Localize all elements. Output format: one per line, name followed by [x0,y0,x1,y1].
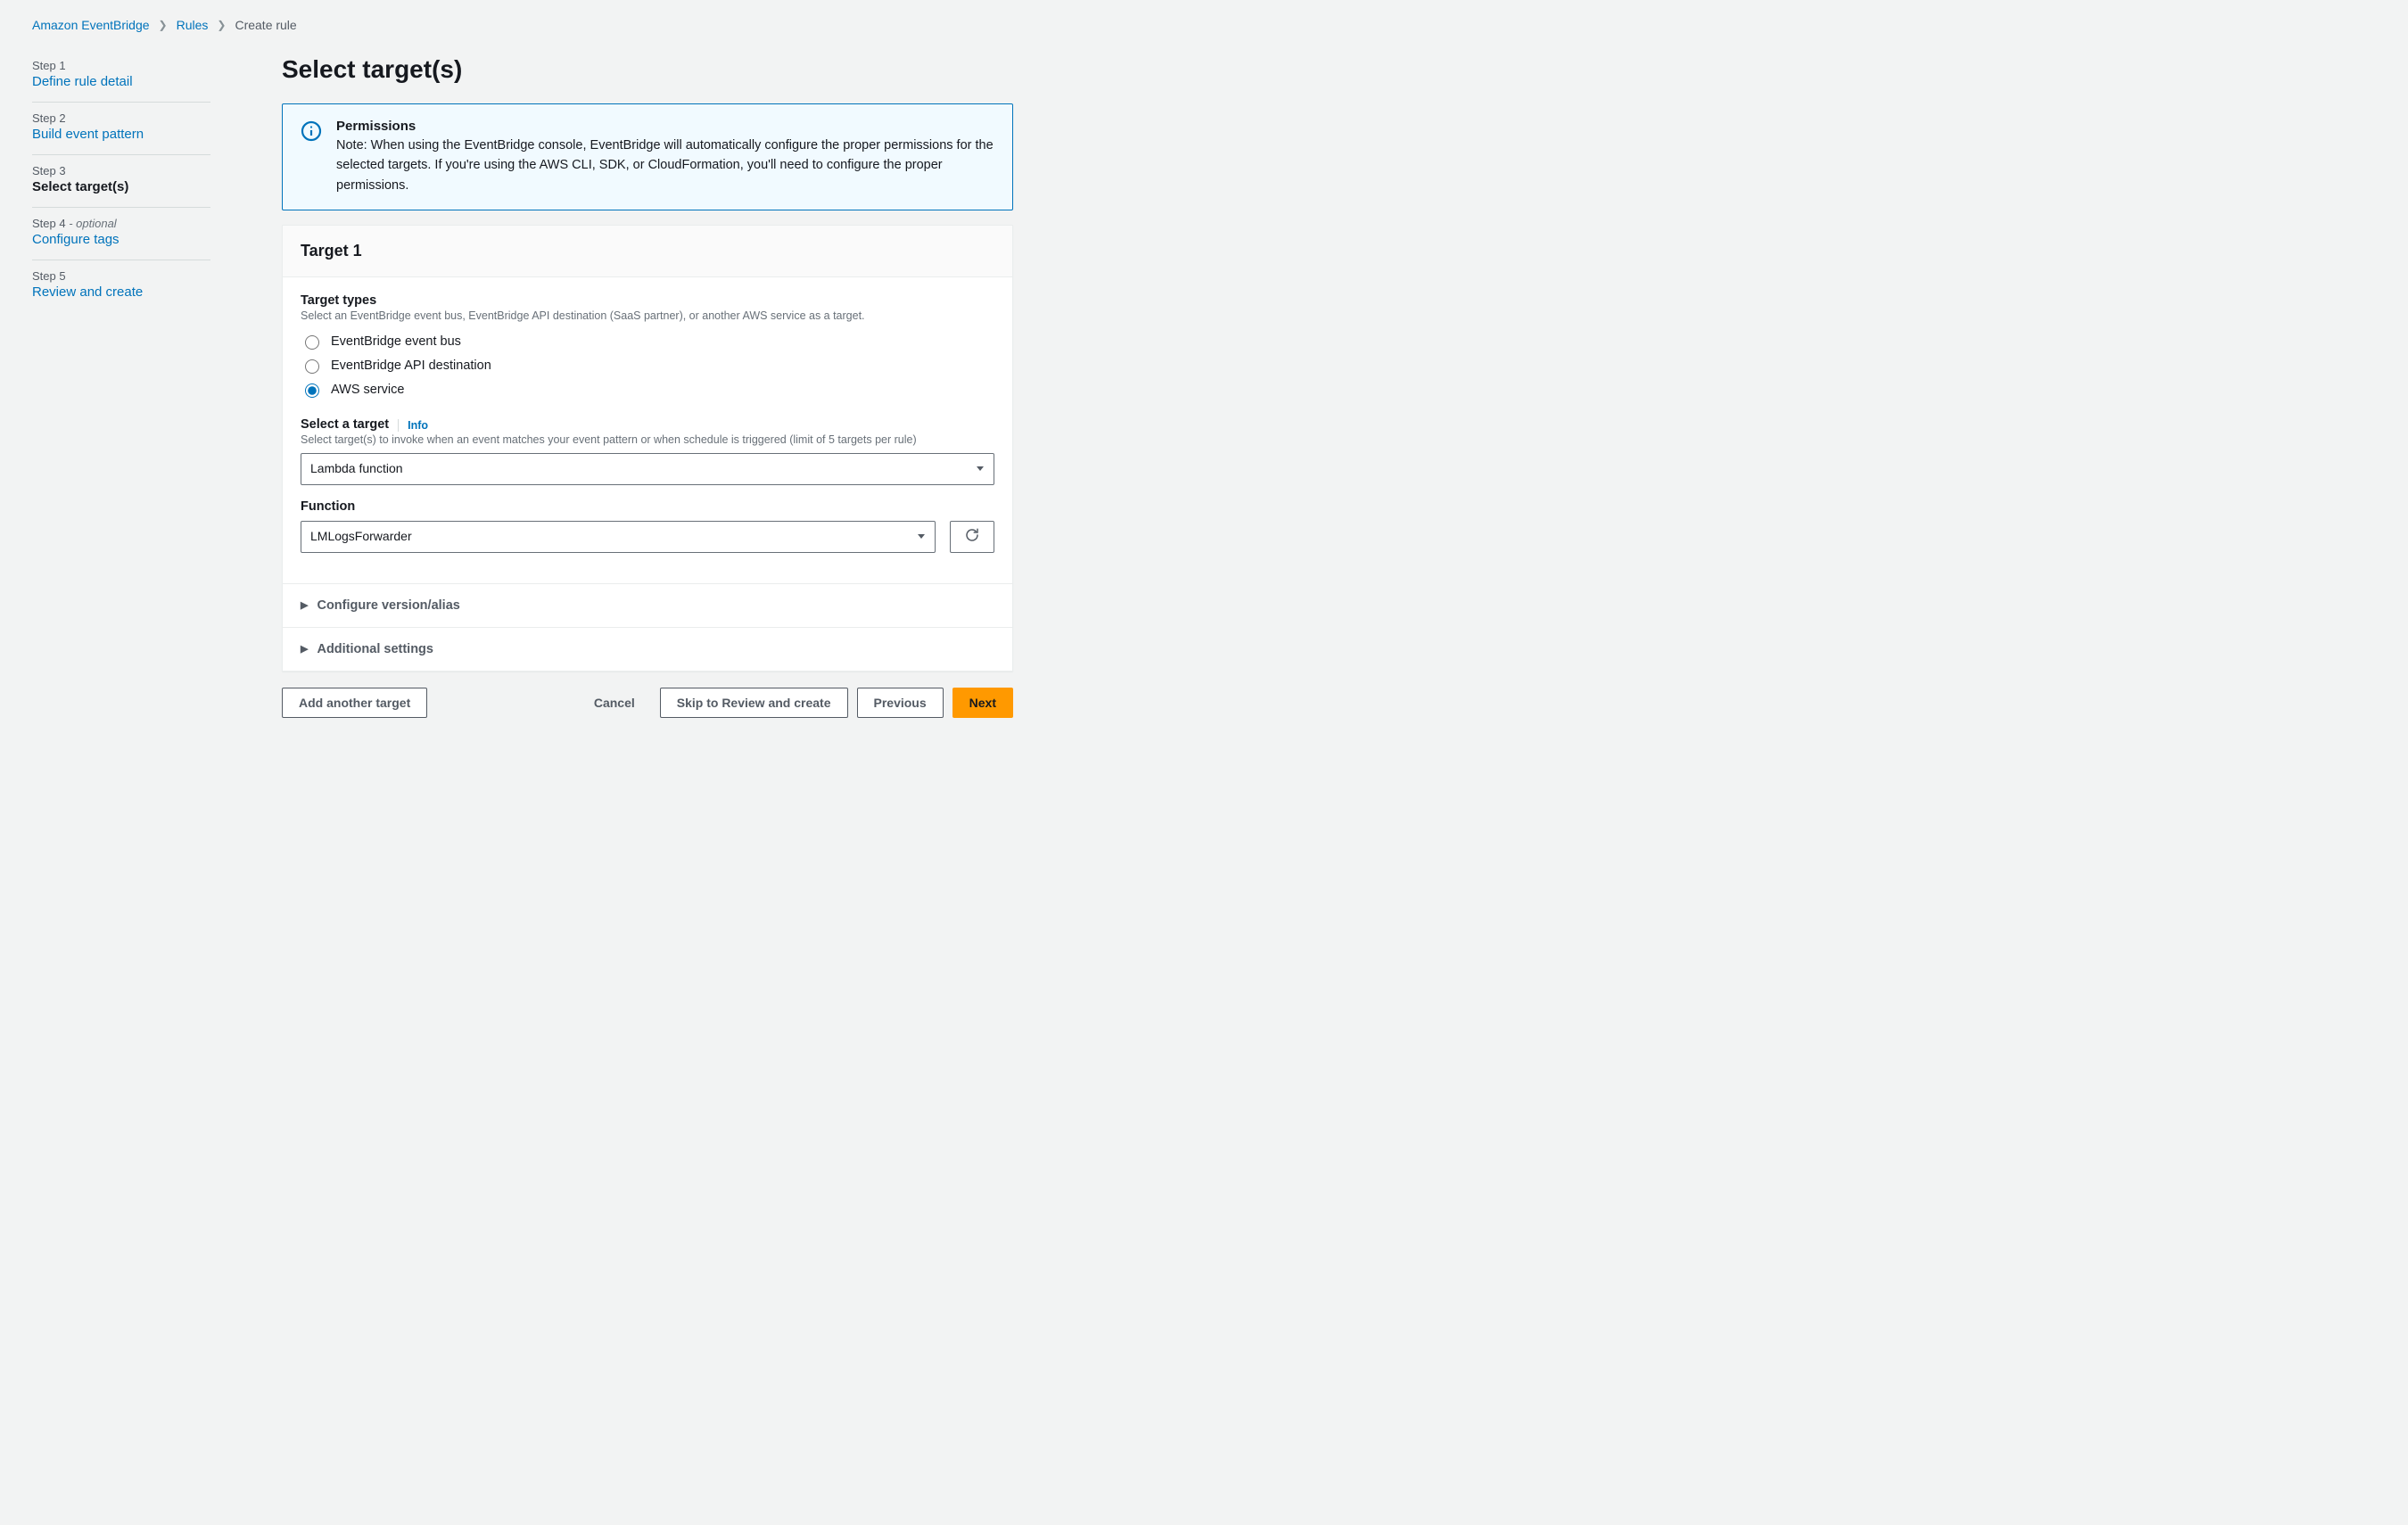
collapsible-label: Additional settings [317,642,433,656]
info-icon [301,120,322,142]
step-number: Step 4 - optional [32,217,210,230]
refresh-button[interactable] [950,521,994,553]
breadcrumb-current: Create rule [235,18,296,32]
step-number: Step 5 [32,269,210,283]
step-number: Step 3 [32,164,210,177]
previous-button[interactable]: Previous [857,688,944,718]
target-types-desc: Select an EventBridge event bus, EventBr… [301,309,994,322]
step-review-create[interactable]: Step 5 Review and create [32,260,210,312]
alert-text: Note: When using the EventBridge console… [336,136,994,195]
wizard-steps: Step 1 Define rule detail Step 2 Build e… [32,50,210,312]
next-button[interactable]: Next [952,688,1013,718]
cancel-button[interactable]: Cancel [578,688,651,717]
info-link[interactable]: Info [398,419,428,432]
radio-aws-service[interactable]: AWS service [301,377,994,401]
alert-title: Permissions [336,119,994,134]
radio-input[interactable] [305,359,319,374]
radio-input[interactable] [305,383,319,398]
target-types-label: Target types [301,293,994,308]
step-title: Build event pattern [32,127,210,142]
step-title: Select target(s) [32,179,210,194]
add-another-target-button[interactable]: Add another target [282,688,427,718]
step-title: Configure tags [32,232,210,247]
panel-header: Target 1 [283,226,1012,277]
chevron-right-icon: ❯ [159,19,168,31]
radio-input[interactable] [305,335,319,350]
select-target-label: Select a target [301,417,389,432]
radio-label: EventBridge API destination [331,359,491,373]
step-configure-tags[interactable]: Step 4 - optional Configure tags [32,208,210,260]
additional-settings-toggle[interactable]: ▶ Additional settings [283,627,1012,671]
caret-right-icon: ▶ [301,599,308,611]
configure-version-alias-toggle[interactable]: ▶ Configure version/alias [283,583,1012,627]
page-title: Select target(s) [282,55,1013,84]
step-title: Define rule detail [32,74,210,89]
step-number: Step 2 [32,111,210,125]
step-define-rule-detail[interactable]: Step 1 Define rule detail [32,50,210,103]
panel-heading: Target 1 [301,242,994,260]
breadcrumb-link-eventbridge[interactable]: Amazon EventBridge [32,18,150,32]
step-build-event-pattern[interactable]: Step 2 Build event pattern [32,103,210,155]
radio-eventbridge-event-bus[interactable]: EventBridge event bus [301,329,994,353]
function-dropdown[interactable]: LMLogsForwarder [301,521,936,553]
radio-label: AWS service [331,383,404,397]
breadcrumb: Amazon EventBridge ❯ Rules ❯ Create rule [32,18,2376,50]
select-target-desc: Select target(s) to invoke when an event… [301,433,994,446]
collapsible-label: Configure version/alias [317,598,459,613]
step-number: Step 1 [32,59,210,72]
step-title: Review and create [32,284,210,300]
caret-right-icon: ▶ [301,643,308,655]
function-label: Function [301,499,994,514]
select-target-dropdown[interactable]: Lambda function [301,453,994,485]
step-select-targets[interactable]: Step 3 Select target(s) [32,155,210,208]
skip-to-review-button[interactable]: Skip to Review and create [660,688,848,718]
target-panel: Target 1 Target types Select an EventBri… [282,225,1013,671]
footer-actions: Add another target Cancel Skip to Review… [282,688,1013,718]
radio-label: EventBridge event bus [331,334,461,349]
radio-eventbridge-api-destination[interactable]: EventBridge API destination [301,353,994,377]
permissions-info-alert: Permissions Note: When using the EventBr… [282,103,1013,210]
target-types-radio-group: EventBridge event bus EventBridge API de… [301,329,994,401]
breadcrumb-link-rules[interactable]: Rules [177,18,209,32]
chevron-right-icon: ❯ [217,19,226,31]
refresh-icon [964,527,980,546]
